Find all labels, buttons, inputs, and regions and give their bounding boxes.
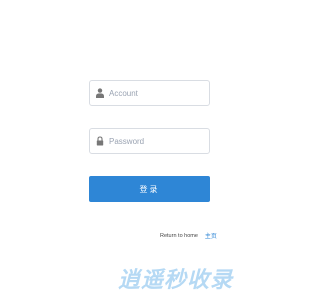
user-icon	[95, 87, 105, 99]
account-input[interactable]	[109, 88, 199, 98]
return-home-text: Return to home	[160, 232, 198, 239]
account-field[interactable]	[89, 80, 210, 106]
home-link[interactable]: 主页	[205, 231, 217, 240]
login-button[interactable]: 登录	[89, 176, 210, 202]
watermark-logo: 逍遥秒收录	[118, 268, 234, 293]
password-input[interactable]	[109, 136, 199, 146]
return-home-row: Return to home 主页	[160, 231, 217, 241]
login-page: 登录 Return to home 主页 逍遥秒收录	[0, 0, 300, 300]
lock-icon	[95, 135, 105, 147]
password-field[interactable]	[89, 128, 210, 154]
